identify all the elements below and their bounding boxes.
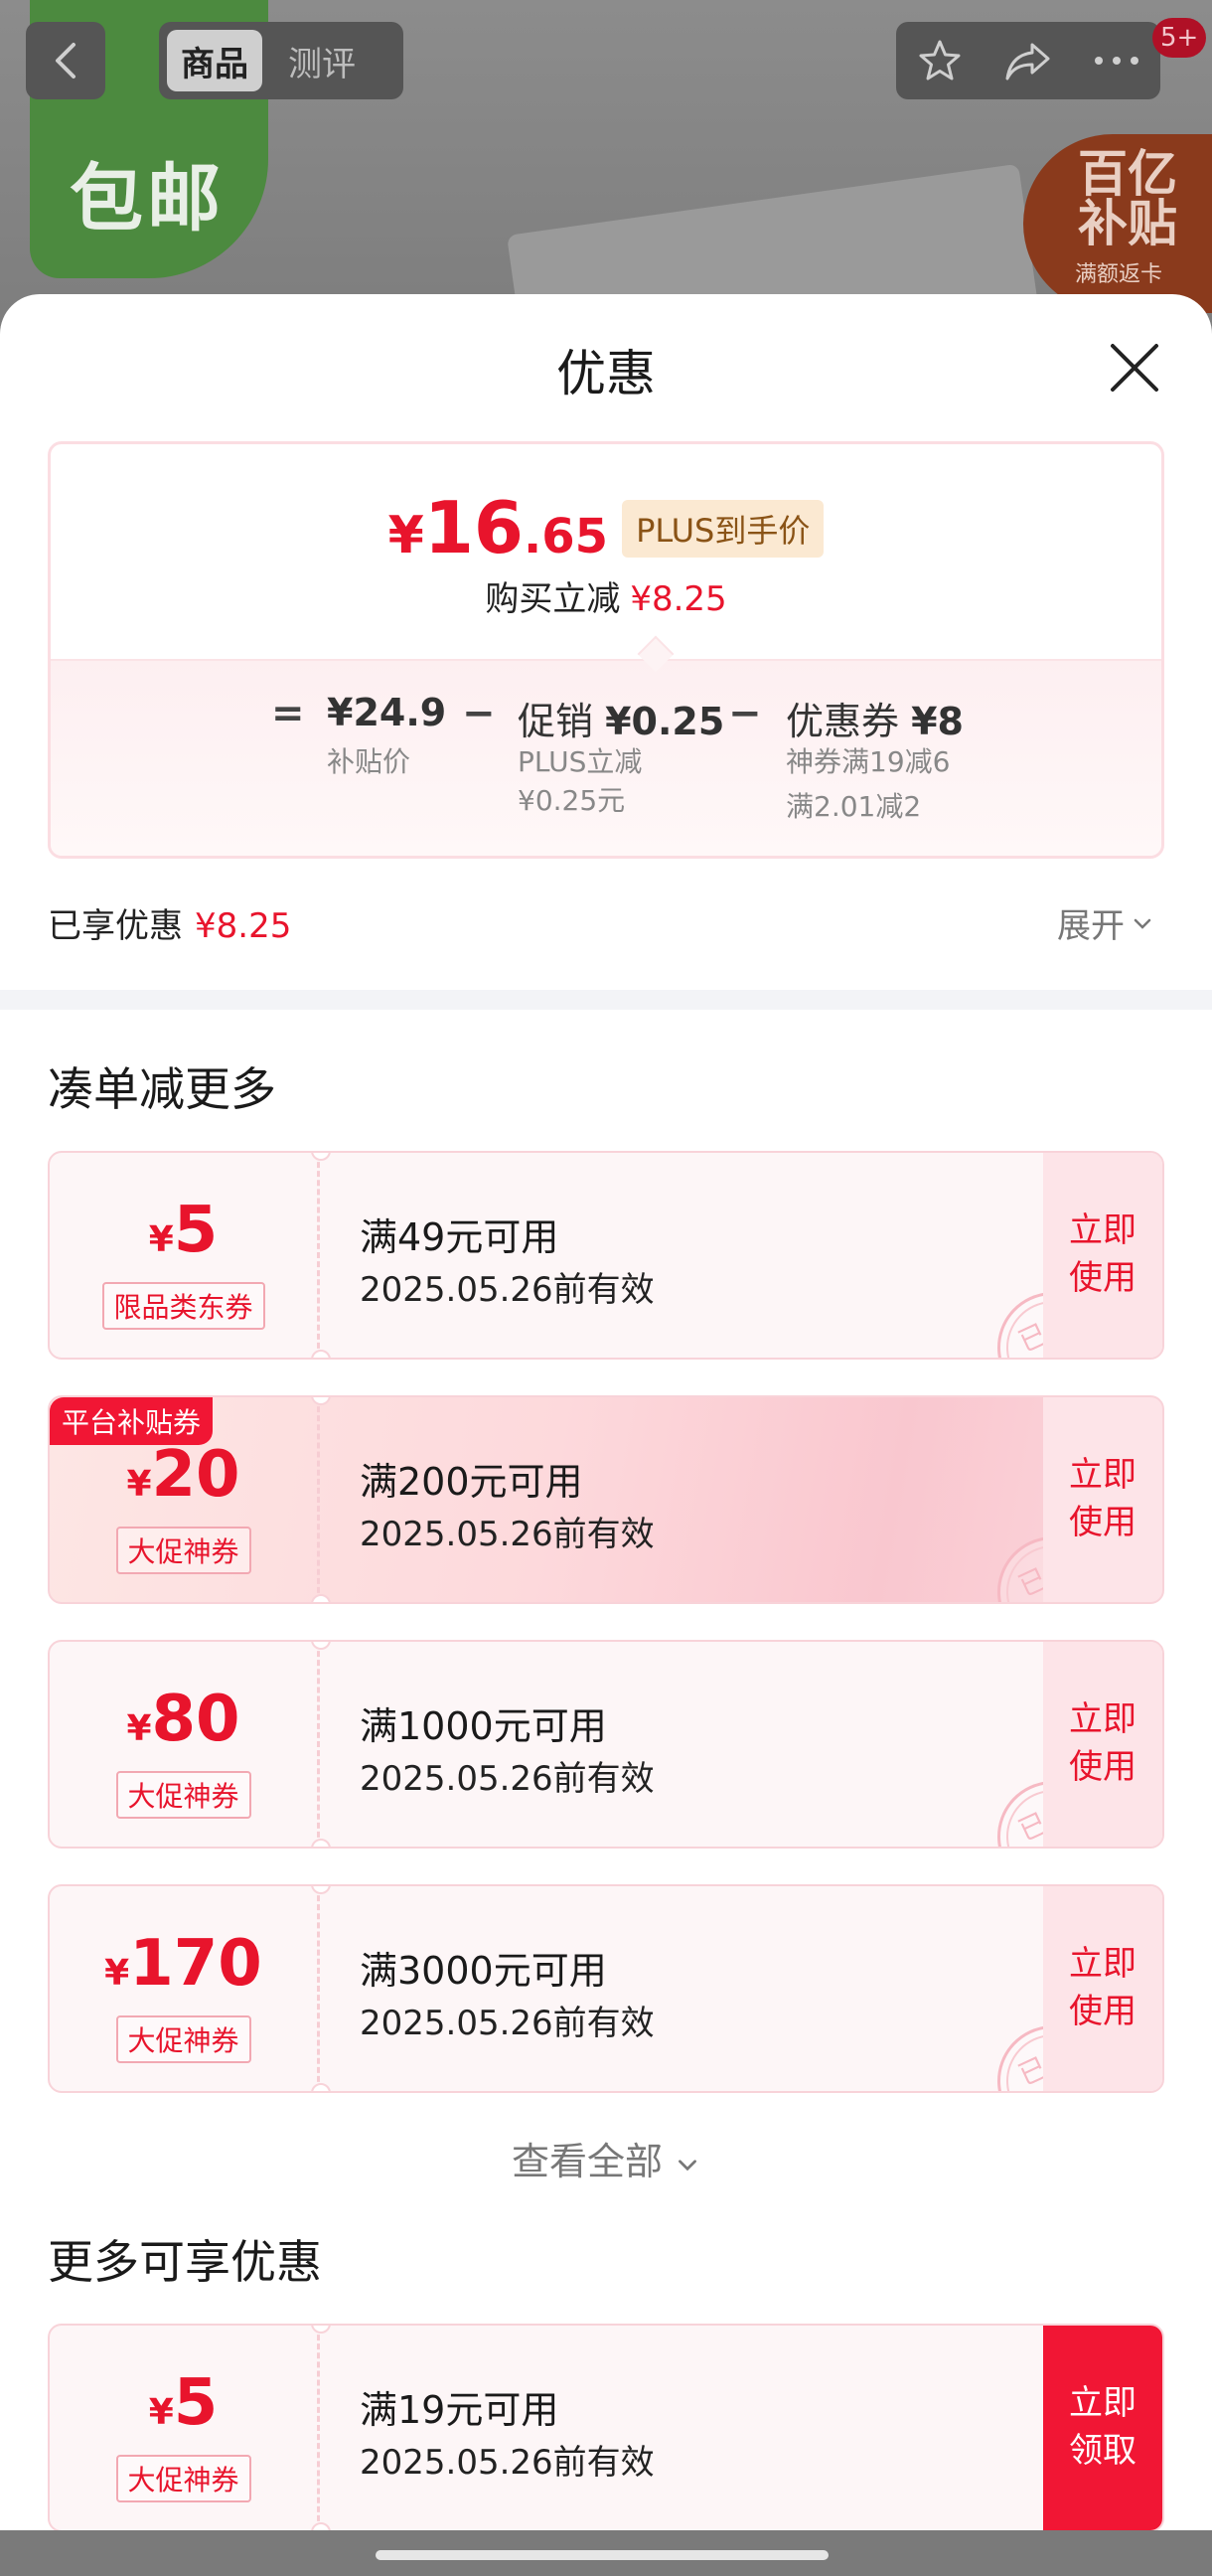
platform-subsidy-tag: 平台补贴券	[50, 1397, 214, 1445]
more-icon[interactable]	[1093, 55, 1140, 67]
share-icon[interactable]	[1002, 39, 1054, 82]
chevron-down-icon	[1134, 918, 1151, 929]
coupon-card: ¥80 大促神券 满1000元可用 2025.05.26前有效 已领 立即使用	[48, 1640, 1164, 1849]
close-icon[interactable]	[1105, 338, 1164, 398]
coupon-type: 大促神券	[115, 1771, 251, 1819]
coupon-type: 限品类东券	[101, 1282, 265, 1330]
discount-sheet: 优惠 ¥ 16 .65 PLUS到手价 购买立减 ¥8.25 = ¥24.9 补贴…	[0, 294, 1212, 2530]
see-all-button[interactable]: 查看全部	[0, 2131, 1212, 2185]
back-icon	[56, 43, 76, 79]
coupon-discount: 优惠券 ¥8	[786, 700, 964, 743]
price-breakdown: = ¥24.9 补贴价 − 促销 ¥0.25 PLUS立减 ¥0.25元 − 优惠…	[51, 659, 1161, 856]
coupon-amount: ¥20	[126, 1438, 240, 1512]
sheet-title: 优惠	[556, 345, 656, 402]
promo-discount-note: PLUS立减 ¥0.25元	[518, 745, 643, 818]
coupon-condition: 满1000元可用	[360, 1704, 607, 1748]
section-title-more-savings: 凑单减更多	[48, 1062, 276, 1116]
coupon-expiry: 2025.05.26前有效	[360, 1759, 655, 1799]
coupon-amount: ¥5	[148, 1194, 219, 1267]
use-now-button[interactable]: 立即 使用	[1043, 1153, 1162, 1358]
see-all-label: 查看全部	[511, 2140, 663, 2183]
use-now-button[interactable]: 立即 使用	[1043, 1886, 1162, 2091]
enjoyed-discount: 已享优惠 ¥8.25	[48, 898, 291, 947]
coupon-expiry: 2025.05.26前有效	[360, 1515, 655, 1554]
coupon-amount: ¥170	[104, 1927, 262, 2001]
enjoyed-discount-label: 已享优惠	[48, 906, 183, 946]
coupon-condition: 满19元可用	[360, 2388, 559, 2432]
back-button[interactable]	[26, 22, 105, 99]
tab-product[interactable]: 商品	[167, 30, 262, 91]
coupon-condition: 满49元可用	[360, 1215, 559, 1259]
coupon-amount: ¥5	[148, 2366, 219, 2440]
expand-label: 展开	[1057, 906, 1125, 946]
instant-discount-label: 购买立减	[485, 579, 621, 619]
coupon-amount: ¥80	[126, 1683, 240, 1756]
coupon-card: ¥5 大促神券 满19元可用 2025.05.26前有效 立即 领取	[48, 2324, 1164, 2530]
final-price-decimal: .65	[524, 509, 609, 564]
coupon-expiry: 2025.05.26前有效	[360, 1270, 655, 1310]
promo-banner-text: 包邮	[70, 156, 225, 242]
page-tabs: 商品 测评	[159, 22, 403, 99]
final-price-area: ¥ 16 .65 PLUS到手价 购买立减 ¥8.25	[51, 444, 1161, 663]
instant-discount: 购买立减 ¥8.25	[51, 571, 1161, 620]
coupon-notch	[311, 1594, 331, 1602]
coupon-value-area: ¥170 大促神券	[50, 1886, 320, 2091]
base-price-label: 补贴价	[327, 745, 411, 778]
home-indicator[interactable]	[376, 2550, 829, 2560]
instant-discount-value: ¥8.25	[630, 579, 727, 619]
price-summary-card: ¥ 16 .65 PLUS到手价 购买立减 ¥8.25 = ¥24.9 补贴价 −…	[48, 441, 1164, 859]
top-actions	[896, 22, 1160, 99]
final-price: ¥ 16 .65	[388, 492, 608, 564]
plus-price-tag: PLUS到手价	[622, 500, 825, 558]
final-price-integer: 16	[423, 486, 525, 569]
expand-button[interactable]: 展开	[1057, 898, 1154, 947]
coupon-card: ¥170 大促神券 满3000元可用 2025.05.26前有效 已领 立即使用	[48, 1884, 1164, 2093]
coupon-value-area: ¥80 大促神券	[50, 1642, 320, 1847]
coupon-condition: 满200元可用	[360, 1460, 583, 1504]
base-price-value: ¥24.9	[327, 691, 447, 734]
coupon-type: 大促神券	[115, 2015, 251, 2063]
coupon-expiry: 2025.05.26前有效	[360, 2004, 655, 2043]
coupon-notch	[311, 1839, 331, 1847]
coupon-type: 大促神券	[115, 1527, 251, 1574]
coupon-notch	[311, 1350, 331, 1358]
minus-sign: −	[462, 691, 496, 736]
message-count-badge: 5+	[1152, 18, 1207, 58]
use-now-button[interactable]: 立即 使用	[1043, 1642, 1162, 1847]
minus-sign: −	[728, 691, 762, 736]
coupon-card: ¥20 大促神券 平台补贴券 满200元可用 2025.05.26前有效 已领 …	[48, 1395, 1164, 1604]
coupon-notch	[311, 2083, 331, 2091]
coupon-notch	[311, 2522, 331, 2530]
subsidy-badge-title: 百亿补贴	[1078, 145, 1177, 252]
coupon-value-area: ¥5 限品类东券	[50, 1153, 320, 1358]
chevron-down-icon	[679, 2159, 696, 2171]
section-divider	[0, 990, 1212, 1010]
tab-review[interactable]: 测评	[274, 30, 370, 91]
subsidy-badge-subtitle: 满额返卡	[1075, 262, 1163, 287]
coupon-type: 大促神券	[115, 2455, 251, 2502]
enjoyed-discount-value: ¥8.25	[195, 906, 292, 946]
coupon-discount-note: 神券满19减6 满2.01减2	[786, 745, 951, 824]
coupon-value-area: ¥5 大促神券	[50, 2326, 320, 2530]
coupon-expiry: 2025.05.26前有效	[360, 2443, 655, 2483]
coupon-card: ¥5 限品类东券 满49元可用 2025.05.26前有效 已领 立即使用	[48, 1151, 1164, 1360]
section-title-more-offers: 更多可享优惠	[48, 2235, 322, 2289]
use-now-button[interactable]: 立即 使用	[1043, 1397, 1162, 1602]
equals-sign: =	[271, 691, 305, 736]
star-icon[interactable]	[916, 37, 964, 84]
final-price-currency: ¥	[387, 506, 424, 565]
coupon-condition: 满3000元可用	[360, 1949, 607, 1993]
promo-discount: 促销 ¥0.25	[518, 700, 725, 743]
claim-now-button[interactable]: 立即 领取	[1043, 2326, 1162, 2530]
